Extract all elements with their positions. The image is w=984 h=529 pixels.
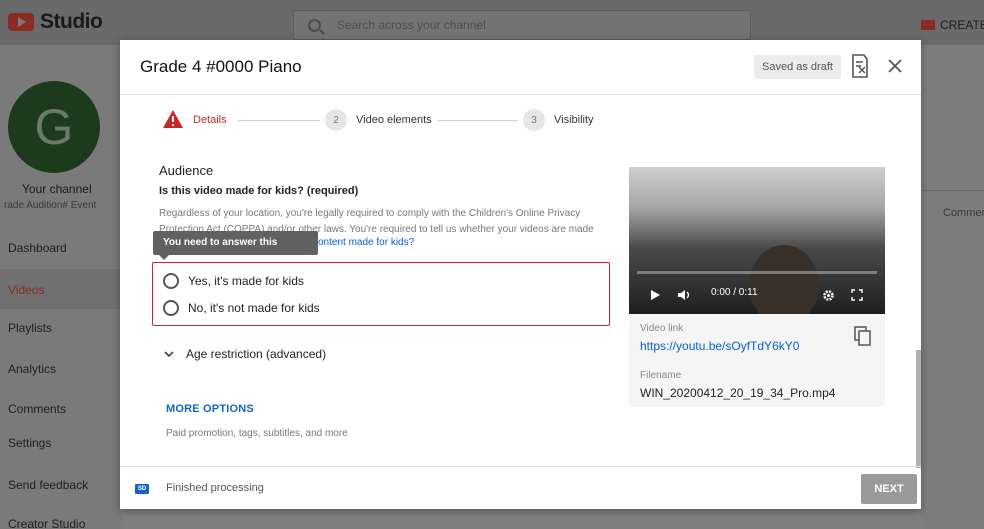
studio-logo[interactable]: Studio xyxy=(8,10,103,34)
sidebar-item-analytics[interactable]: Analytics xyxy=(8,362,56,376)
video-camera-icon xyxy=(921,20,935,30)
video-player[interactable]: 0:00 / 0:11 xyxy=(629,167,885,314)
warning-icon xyxy=(163,110,183,128)
channel-avatar[interactable]: G xyxy=(8,81,100,173)
channel-title: Your channel xyxy=(22,182,92,196)
fullscreen-icon[interactable] xyxy=(851,289,863,301)
draft-status-badge: Saved as draft xyxy=(754,55,841,79)
search-icon xyxy=(308,18,321,32)
step-video-elements[interactable]: Video elements xyxy=(356,114,432,126)
close-icon[interactable] xyxy=(886,57,904,75)
sidebar-item-creator-studio-classic[interactable]: Creator Studio Classic xyxy=(8,517,122,529)
video-link[interactable]: https://youtu.be/sOyfTdY6kY0 xyxy=(640,339,799,353)
step-number-2: 2 xyxy=(325,109,347,131)
video-time: 0:00 / 0:11 xyxy=(711,287,758,298)
search-placeholder: Search across your channel xyxy=(337,18,486,32)
top-bar: Studio Search across your channel CREATE xyxy=(0,0,984,45)
divider xyxy=(923,190,984,191)
step-number-3: 3 xyxy=(523,109,545,131)
video-progress-bar[interactable] xyxy=(637,271,877,274)
upload-stepper: Details 2 Video elements 3 Visibility xyxy=(120,95,921,147)
radio-yes-made-for-kids[interactable]: Yes, it's made for kids xyxy=(163,273,304,289)
video-thumbnail-subject xyxy=(749,245,819,314)
channel-subtitle: rade Audition# Event xyxy=(4,200,97,211)
chevron-down-icon xyxy=(164,351,174,358)
sidebar-item-dashboard[interactable]: Dashboard xyxy=(8,241,67,255)
create-label: CREATE xyxy=(940,18,984,32)
sidebar-item-comments[interactable]: Comments xyxy=(8,402,66,416)
dialog-footer: SD Finished processing NEXT xyxy=(120,466,921,509)
made-for-kids-options: Yes, it's made for kids No, it's not mad… xyxy=(152,262,610,326)
upload-details-dialog: Grade 4 #0000 Piano Saved as draft Detai… xyxy=(120,40,921,509)
sidebar-item-videos[interactable]: Videos xyxy=(8,283,44,297)
sidebar-item-send-feedback[interactable]: Send feedback xyxy=(8,478,88,492)
play-icon[interactable] xyxy=(649,289,661,301)
step-visibility[interactable]: Visibility xyxy=(554,114,594,126)
comments-column-header: Commen xyxy=(943,207,984,219)
copy-icon[interactable] xyxy=(854,326,872,346)
validation-tooltip: You need to answer this question xyxy=(153,231,318,272)
sd-quality-badge: SD xyxy=(135,484,149,494)
more-options-subtitle: Paid promotion, tags, subtitles, and mor… xyxy=(166,428,348,439)
youtube-play-icon xyxy=(8,13,34,31)
made-for-kids-question: Is this video made for kids? (required) xyxy=(159,185,359,197)
age-restriction-label: Age restriction (advanced) xyxy=(186,347,327,361)
volume-icon[interactable] xyxy=(677,289,693,301)
step-connector xyxy=(438,120,518,121)
dialog-content: Audience Is this video made for kids? (r… xyxy=(120,148,921,466)
dialog-header: Grade 4 #0000 Piano Saved as draft xyxy=(120,40,921,95)
filename-label: Filename xyxy=(640,370,682,381)
next-button[interactable]: NEXT xyxy=(861,474,917,504)
sidebar-item-settings[interactable]: Settings xyxy=(8,436,51,450)
radio-not-made-for-kids[interactable]: No, it's not made for kids xyxy=(163,300,320,316)
sidebar-item-playlists[interactable]: Playlists xyxy=(8,321,52,335)
radio-button[interactable] xyxy=(163,273,179,289)
dialog-scrollbar[interactable] xyxy=(916,350,921,468)
dialog-title: Grade 4 #0000 Piano xyxy=(140,57,302,76)
channel-search-box[interactable]: Search across your channel xyxy=(293,10,751,40)
more-options-button[interactable]: MORE OPTIONS xyxy=(166,403,254,415)
audience-section-title: Audience xyxy=(159,163,214,178)
video-link-label: Video link xyxy=(640,323,684,334)
step-connector xyxy=(238,120,320,121)
create-button[interactable]: CREATE xyxy=(921,18,984,32)
logo-text: Studio xyxy=(40,10,103,33)
age-restriction-toggle[interactable]: Age restriction (advanced) xyxy=(163,347,326,361)
radio-button[interactable] xyxy=(163,300,179,316)
filename-value: WIN_20200412_20_19_34_Pro.mp4 xyxy=(640,386,836,400)
made-for-kids-help-link[interactable]: content made for kids? xyxy=(313,237,414,248)
sidebar: G Your channel rade Audition# Event Dash… xyxy=(0,45,122,529)
video-preview-card: 0:00 / 0:11 Video link https://youtu.be/… xyxy=(629,167,885,407)
radio-label: No, it's not made for kids xyxy=(188,301,320,315)
step-details[interactable]: Details xyxy=(193,114,227,126)
report-feedback-icon[interactable] xyxy=(851,53,869,79)
radio-label: Yes, it's made for kids xyxy=(188,274,304,288)
background-right-panel xyxy=(923,45,984,529)
processing-status: Finished processing xyxy=(166,482,264,494)
settings-gear-icon[interactable] xyxy=(822,289,835,302)
